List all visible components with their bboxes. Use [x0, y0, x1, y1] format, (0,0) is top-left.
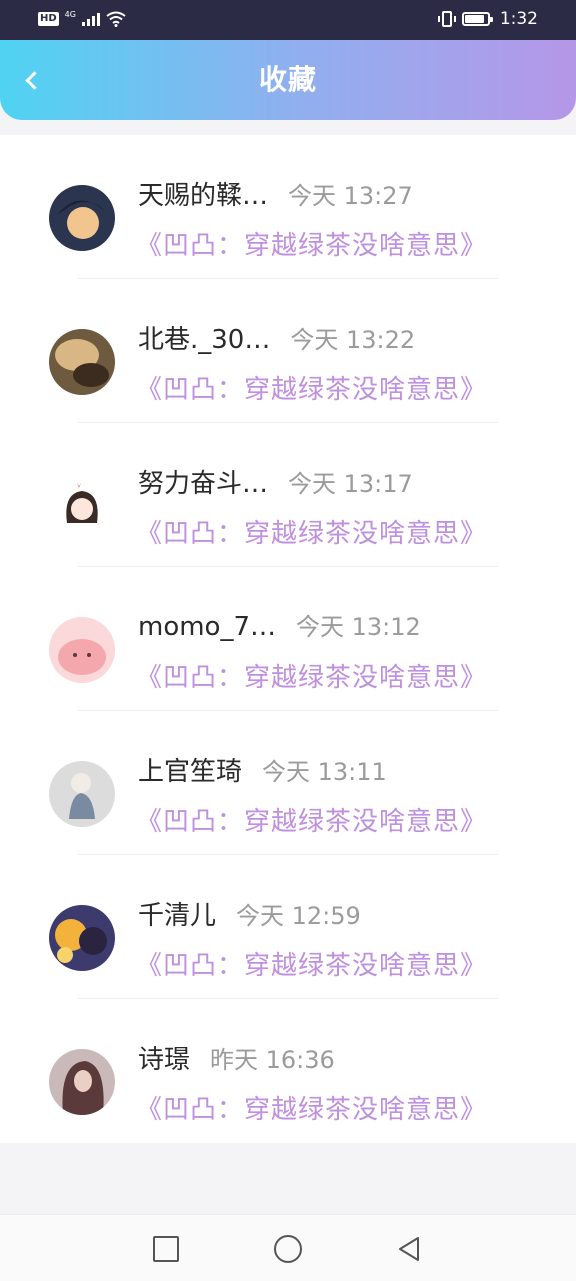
- user-name-line: 诗璟 昨天 16:36: [138, 1039, 335, 1076]
- avatar-image: [49, 473, 115, 539]
- user-name[interactable]: 上官笙琦: [138, 757, 242, 787]
- avatar[interactable]: [49, 1049, 115, 1115]
- favorite-time: 今天 13:11: [262, 758, 387, 786]
- favorite-time: 今天 13:22: [290, 326, 416, 354]
- network-type: 4G: [64, 9, 76, 19]
- favorite-time: 今天 12:59: [236, 902, 361, 930]
- favorite-time: 昨天 16:36: [210, 1046, 335, 1074]
- user-name-line: 千清儿 今天 12:59: [138, 895, 361, 932]
- user-name[interactable]: 天赐的鞣…: [138, 181, 268, 211]
- status-right: 1:32: [437, 9, 538, 29]
- book-title[interactable]: 《凹凸：穿越绿茶没啥意思》: [136, 945, 487, 982]
- avatar-image: [49, 617, 115, 683]
- system-back-button[interactable]: [396, 1235, 424, 1263]
- triangle-back-icon: [399, 1237, 419, 1261]
- clock: 1:32: [499, 9, 538, 29]
- avatar[interactable]: [49, 761, 115, 827]
- list-item[interactable]: 北巷._30… 今天 13:22 《凹凸：穿越绿茶没啥意思》: [0, 279, 576, 423]
- book-title[interactable]: 《凹凸：穿越绿茶没啥意思》: [136, 657, 487, 694]
- favorite-time: 今天 13:27: [288, 182, 413, 210]
- page-title: 收藏: [258, 63, 317, 96]
- user-name-line: 天赐的鞣… 今天 13:27: [138, 175, 413, 212]
- book-title[interactable]: 《凹凸：穿越绿茶没啥意思》: [136, 225, 487, 262]
- user-name-line: 上官笙琦 今天 13:11: [138, 751, 387, 788]
- user-name-line: 努力奋斗… 今天 13:17: [138, 463, 413, 500]
- list-item[interactable]: 上官笙琦 今天 13:11 《凹凸：穿越绿茶没啥意思》: [0, 711, 576, 855]
- user-name[interactable]: momo_7…: [138, 612, 276, 642]
- vibrate-icon: [437, 11, 456, 27]
- list-item[interactable]: 天赐的鞣… 今天 13:27 《凹凸：穿越绿茶没啥意思》: [0, 135, 576, 279]
- favorite-time: 今天 13:12: [296, 613, 421, 641]
- avatar[interactable]: [49, 185, 115, 251]
- avatar-image: [49, 761, 115, 827]
- avatar-image: [49, 1049, 115, 1115]
- avatar[interactable]: [49, 905, 115, 971]
- list-item[interactable]: 诗璟 昨天 16:36 《凹凸：穿越绿茶没啥意思》: [0, 999, 576, 1143]
- home-button[interactable]: [274, 1235, 302, 1263]
- system-nav-bar: [0, 1214, 576, 1281]
- avatar-image: [49, 905, 115, 971]
- list-item[interactable]: momo_7… 今天 13:12 《凹凸：穿越绿茶没啥意思》: [0, 567, 576, 711]
- page-header: 收藏: [0, 40, 576, 120]
- chevron-left-icon: [25, 71, 44, 90]
- list-item[interactable]: 努力奋斗… 今天 13:17 《凹凸：穿越绿茶没啥意思》: [0, 423, 576, 567]
- user-name-line: momo_7… 今天 13:12: [138, 607, 421, 642]
- status-bar: HD 4G 1:32: [0, 0, 576, 40]
- square-icon: [153, 1236, 179, 1262]
- battery-level: [464, 15, 484, 23]
- avatar[interactable]: [49, 473, 115, 539]
- avatar[interactable]: [49, 329, 115, 395]
- back-button[interactable]: [12, 60, 52, 100]
- user-name[interactable]: 北巷._30…: [138, 325, 270, 355]
- book-title[interactable]: 《凹凸：穿越绿茶没啥意思》: [136, 513, 487, 550]
- user-name[interactable]: 诗璟: [138, 1045, 190, 1075]
- book-title[interactable]: 《凹凸：穿越绿茶没啥意思》: [136, 801, 487, 838]
- avatar-image: [49, 185, 115, 251]
- avatar[interactable]: [49, 617, 115, 683]
- user-name-line: 北巷._30… 今天 13:22: [138, 319, 415, 356]
- circle-icon: [274, 1235, 302, 1263]
- user-name[interactable]: 千清儿: [138, 901, 216, 931]
- book-title[interactable]: 《凹凸：穿越绿茶没啥意思》: [136, 1089, 487, 1126]
- signal-icon: [81, 12, 100, 26]
- list-item[interactable]: 千清儿 今天 12:59 《凹凸：穿越绿茶没啥意思》: [0, 855, 576, 999]
- recent-apps-button[interactable]: [152, 1235, 180, 1263]
- favorites-list: 天赐的鞣… 今天 13:27 《凹凸：穿越绿茶没啥意思》 北巷._30… 今天 13…: [0, 135, 576, 1143]
- avatar-image: [49, 329, 115, 395]
- wifi-icon: [106, 11, 126, 27]
- favorite-time: 今天 13:17: [288, 470, 413, 498]
- status-left: HD 4G: [38, 9, 126, 27]
- user-name[interactable]: 努力奋斗…: [138, 469, 268, 499]
- hd-badge: HD: [38, 12, 59, 26]
- book-title[interactable]: 《凹凸：穿越绿茶没啥意思》: [136, 369, 487, 406]
- battery-icon: [461, 12, 493, 26]
